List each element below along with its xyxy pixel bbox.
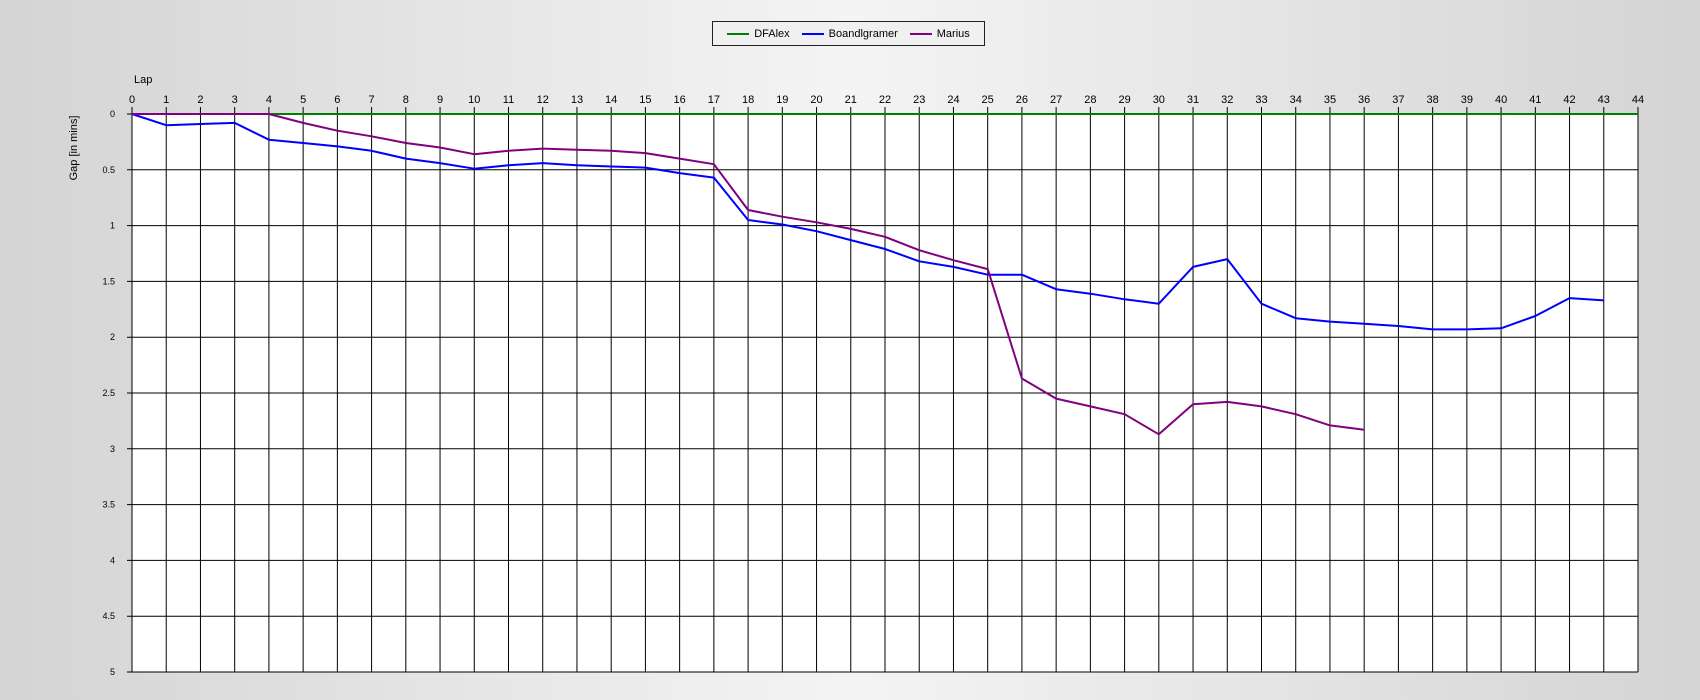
x-tick-label: 43 xyxy=(1598,94,1610,106)
x-tick-label: 4 xyxy=(266,94,272,106)
x-tick-label: 24 xyxy=(947,94,959,106)
x-tick-label: 26 xyxy=(1016,94,1028,106)
x-tick-label: 39 xyxy=(1461,94,1473,106)
x-tick-label: 36 xyxy=(1358,94,1370,106)
y-tick-labels: 0 0.5 1 1.5 2 2.5 3 3.5 4 4.5 5 xyxy=(102,109,115,677)
x-tick-label: 38 xyxy=(1427,94,1439,106)
y-tick-label: 3.5 xyxy=(102,500,115,510)
x-tick-label: 42 xyxy=(1563,94,1575,106)
x-tick-label: 18 xyxy=(742,94,754,106)
x-tick-label: 32 xyxy=(1221,94,1233,106)
x-tick-label: 23 xyxy=(913,94,925,106)
x-tick-label: 33 xyxy=(1255,94,1267,106)
x-tick-label: 27 xyxy=(1050,94,1062,106)
x-tick-label: 1 xyxy=(163,94,169,106)
x-tick-labels: 0 1 2 3 4 5 6 7 8 9 10 11 12 13 14 15 16 17 18 19 20 21 22 23 24… xyxy=(129,94,1644,106)
x-tick-label: 29 xyxy=(1118,94,1130,106)
x-tick-label: 35 xyxy=(1324,94,1336,106)
grid xyxy=(127,107,1639,673)
x-tick-label: 2 xyxy=(197,94,203,106)
x-tick-label: 12 xyxy=(537,94,549,106)
x-tick-label: 25 xyxy=(982,94,994,106)
x-tick-label: 3 xyxy=(232,94,238,106)
x-tick-label: 40 xyxy=(1495,94,1507,106)
y-tick-label: 3 xyxy=(110,444,115,454)
y-tick-label: 1.5 xyxy=(102,276,115,286)
x-tick-label: 21 xyxy=(845,94,857,106)
x-tick-label: 5 xyxy=(300,94,306,106)
x-tick-label: 20 xyxy=(810,94,822,106)
x-tick-label: 13 xyxy=(571,94,583,106)
x-tick-label: 34 xyxy=(1290,94,1302,106)
y-tick-label: 4 xyxy=(110,555,115,565)
x-tick-label: 11 xyxy=(503,94,514,106)
x-tick-label: 28 xyxy=(1084,94,1096,106)
y-tick-label: 1 xyxy=(110,221,115,231)
y-tick-label: 2.5 xyxy=(102,388,115,398)
x-tick-label: 15 xyxy=(639,94,651,106)
x-tick-label: 17 xyxy=(708,94,720,106)
x-tick-label: 16 xyxy=(674,94,686,106)
x-tick-label: 30 xyxy=(1153,94,1165,106)
y-axis-title: Gap [in mins] xyxy=(68,116,80,181)
x-tick-label: 9 xyxy=(437,94,443,106)
chart: 0 1 2 3 4 5 6 7 8 9 10 11 12 13 14 15 16 17 18 19 20 21 22 23 24… xyxy=(68,74,1644,677)
y-tick-label: 0.5 xyxy=(102,165,115,175)
x-tick-label: 14 xyxy=(605,94,617,106)
y-tick-label: 4.5 xyxy=(102,611,115,621)
x-tick-label: 10 xyxy=(468,94,480,106)
y-tick-label: 2 xyxy=(110,332,115,342)
y-tick-label: 5 xyxy=(110,667,115,677)
x-tick-label: 41 xyxy=(1529,94,1541,106)
x-tick-label: 31 xyxy=(1187,94,1199,106)
x-tick-label: 8 xyxy=(403,94,409,106)
x-tick-label: 44 xyxy=(1632,94,1644,106)
x-tick-label: 19 xyxy=(776,94,788,106)
x-tick-label: 22 xyxy=(879,94,891,106)
x-tick-label: 6 xyxy=(334,94,340,106)
x-axis-title: Lap xyxy=(134,74,152,86)
x-tick-label: 7 xyxy=(369,94,375,106)
x-tick-label: 0 xyxy=(129,94,135,106)
x-tick-label: 37 xyxy=(1392,94,1404,106)
y-tick-label: 0 xyxy=(110,109,115,119)
